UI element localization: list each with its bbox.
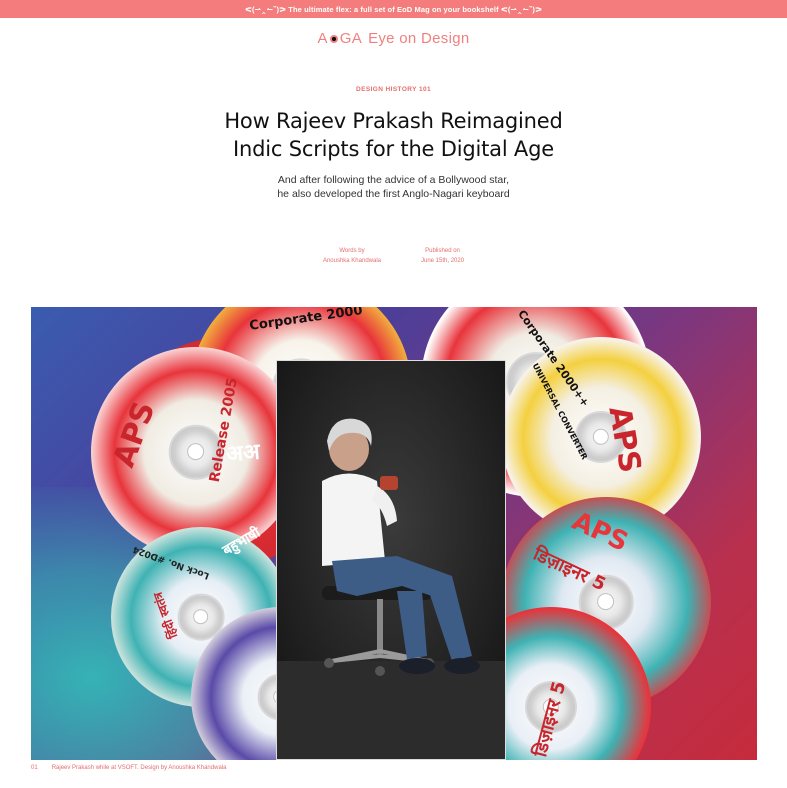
aiga-wordmark: A GA	[317, 30, 363, 47]
publish-credit: Published on June 15th, 2020	[421, 246, 464, 266]
logo-dot-icon	[329, 34, 338, 43]
author-credit: Words by Anoushka Khandwala	[323, 246, 381, 266]
article-header: DESIGN HISTORY 101 How Rajeev Prakash Re…	[0, 86, 787, 201]
author-link[interactable]: Anoushka Khandwala	[323, 256, 381, 266]
published-label: Published on	[425, 248, 460, 254]
promo-banner[interactable]: ᕙ(⇀‸↼‶)ᕗ The ultimate flex: a full set o…	[0, 0, 787, 18]
words-by-label: Words by	[339, 248, 365, 254]
hero-caption: 01 Rajeev Prakash while at VSOFT. Design…	[31, 765, 757, 771]
cd-disc-aps-left	[91, 347, 301, 557]
seated-man-illustration	[277, 361, 505, 759]
caption-index: 01	[31, 765, 38, 771]
logo-subtitle: Eye on Design	[368, 30, 470, 47]
article-title: How Rajeev Prakash Reimagined Indic Scri…	[224, 109, 563, 161]
article-dek: And after following the advice of a Boll…	[277, 174, 510, 200]
publish-date: June 15th, 2020	[421, 258, 465, 264]
caption-text: Rajeev Prakash while at VSOFT. Design by…	[51, 765, 227, 771]
portrait-photo	[276, 360, 506, 760]
site-logo[interactable]: A GA Eye on Design	[0, 30, 787, 47]
hero-image: Corporate 2000 Release 2005 APS APS Corp…	[31, 307, 757, 760]
article-credits: Words by Anoushka Khandwala Published on…	[0, 246, 787, 266]
category-link[interactable]: DESIGN HISTORY 101	[0, 86, 787, 93]
promo-text[interactable]: ᕙ(⇀‸↼‶)ᕗ The ultimate flex: a full set o…	[245, 5, 542, 14]
